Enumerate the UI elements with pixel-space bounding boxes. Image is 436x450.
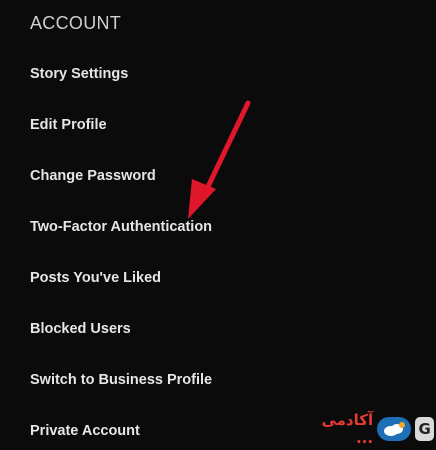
menu-item-posts-liked[interactable]: Posts You've Liked <box>0 252 436 303</box>
watermark-logo: آکادمی ... G <box>310 410 434 448</box>
menu-item-story-settings[interactable]: Story Settings <box>0 48 436 99</box>
watermark-badge-icon <box>377 417 412 441</box>
cloud-icon <box>384 422 406 436</box>
watermark-letter-icon: G <box>415 417 434 441</box>
menu-item-switch-business-profile[interactable]: Switch to Business Profile <box>0 354 436 405</box>
menu-item-blocked-users[interactable]: Blocked Users <box>0 303 436 354</box>
account-settings-screen: ACCOUNT Story Settings Edit Profile Chan… <box>0 0 436 450</box>
section-title-account: ACCOUNT <box>30 13 122 33</box>
watermark-text: آکادمی ... <box>321 411 374 447</box>
annotation-arrow-icon <box>188 100 251 219</box>
